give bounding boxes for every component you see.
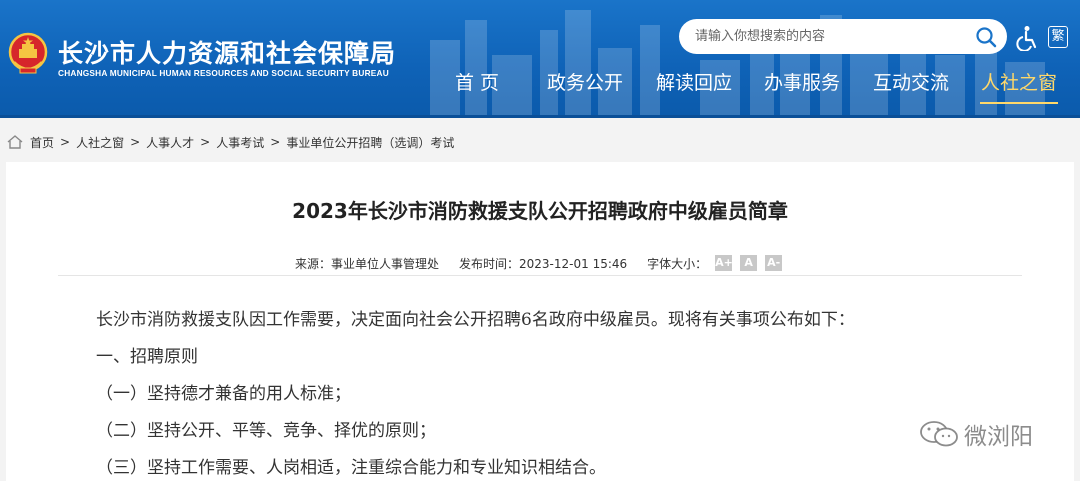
font-normal-button[interactable]: A [740, 255, 758, 271]
breadcrumb-home[interactable]: 首页 [30, 134, 54, 151]
traditional-chinese-toggle[interactable]: 繁 [1048, 26, 1068, 48]
watermark-text: 微浏阳 [964, 424, 1033, 450]
search-box [679, 19, 1007, 54]
accessibility-icon[interactable] [1015, 25, 1039, 51]
breadcrumb-recruitment[interactable]: 事业单位公开招聘（选调）考试 [286, 134, 454, 151]
search-icon[interactable] [975, 26, 997, 48]
breadcrumb-talent[interactable]: 人事人才 [146, 134, 194, 151]
meta-divider [58, 275, 1022, 276]
wechat-watermark: 微浏阳 [918, 418, 1033, 450]
article-paragraph: （二）坚持公开、平等、竞争、择优的原则； [96, 421, 436, 441]
breadcrumb-window[interactable]: 人社之窗 [76, 134, 124, 151]
header-bottom-line [0, 115, 1080, 118]
breadcrumb-separator: > [60, 135, 71, 149]
site-title: 长沙市人力资源和社会保障局 [58, 39, 397, 68]
breadcrumb-separator: > [130, 135, 141, 149]
site-header: 长沙市人力资源和社会保障局 CHANGSHA MUNICIPAL HUMAN R… [0, 0, 1080, 118]
article-paragraph: （三）坚持工作需要、人岗相适，注重综合能力和专业知识相结合。 [96, 458, 606, 478]
breadcrumb-exam[interactable]: 人事考试 [216, 134, 264, 151]
search-input[interactable] [695, 25, 965, 47]
breadcrumb: 首页 > 人社之窗 > 人事人才 > 人事考试 > 事业单位公开招聘（选调）考试 [6, 132, 454, 152]
national-emblem-logo [8, 32, 48, 74]
breadcrumb-separator: > [270, 135, 281, 149]
home-icon [7, 135, 23, 149]
main-nav: 首 页 政务公开 解读回应 办事服务 互动交流 人社之窗 [440, 68, 1058, 104]
article-title: 2023年长沙市消防救援支队公开招聘政府中级雇员简章 [292, 199, 788, 223]
article-panel: 2023年长沙市消防救援支队公开招聘政府中级雇员简章 来源：事业单位人事管理处 … [6, 162, 1074, 481]
font-larger-button[interactable]: A+ [715, 255, 733, 271]
article-meta: 来源：事业单位人事管理处 发布时间：2023-12-01 15:46 字体大小：… [295, 254, 783, 272]
article-date: 发布时间：2023-12-01 15:46 [459, 256, 628, 271]
article-paragraph: 一、招聘原则 [96, 347, 198, 367]
font-size-label: 字体大小： [647, 256, 708, 271]
breadcrumb-separator: > [200, 135, 211, 149]
nav-item-home[interactable]: 首 页 [440, 68, 514, 104]
article-paragraph: 长沙市消防救援支队因工作需要，决定面向社会公开招聘6名政府中级雇员。现将有关事项… [96, 310, 855, 330]
nav-item-interaction[interactable]: 互动交流 [872, 68, 950, 104]
font-smaller-button[interactable]: A- [765, 255, 783, 271]
article-paragraph: （一）坚持德才兼备的用人标准； [96, 384, 351, 404]
nav-item-services[interactable]: 办事服务 [763, 68, 841, 104]
wechat-icon [920, 421, 958, 447]
nav-item-interpretation[interactable]: 解读回应 [655, 68, 733, 104]
nav-item-gov-affairs[interactable]: 政务公开 [546, 68, 624, 104]
site-subtitle: CHANGSHA MUNICIPAL HUMAN RESOURCES AND S… [58, 68, 389, 78]
article-body: 长沙市消防救援支队因工作需要，决定面向社会公开招聘6名政府中级雇员。现将有关事项… [96, 308, 1026, 481]
nav-item-window[interactable]: 人社之窗 [980, 68, 1058, 104]
article-source: 来源：事业单位人事管理处 [295, 256, 440, 271]
